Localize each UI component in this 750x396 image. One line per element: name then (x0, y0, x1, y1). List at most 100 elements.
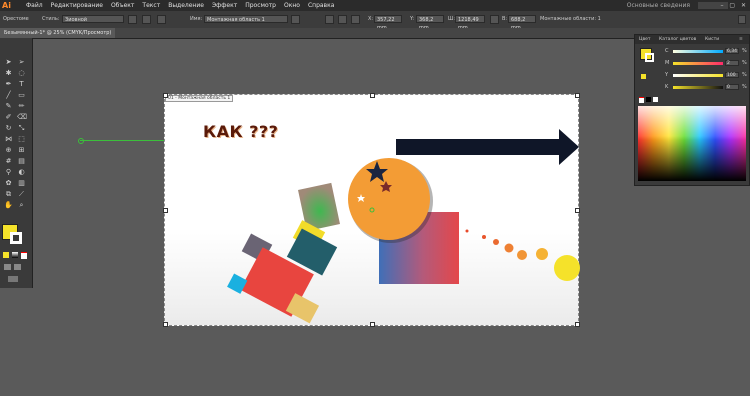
tab-color[interactable]: Цвет (639, 35, 651, 44)
magic-wand-icon[interactable]: ✱ (4, 69, 13, 78)
menu-bar: Ai Файл Редактирование Объект Текст Выде… (0, 0, 750, 11)
yellow-circle[interactable] (554, 255, 580, 281)
direct-selection-tool-icon[interactable]: ➢ (17, 58, 26, 67)
artboard[interactable]: 01 - Монтажная область 1 КАК ??? (163, 93, 580, 327)
height-label: В: (502, 16, 508, 22)
free-transform-icon[interactable]: ⬚ (17, 135, 26, 144)
document-tab[interactable]: Безымянный-1* @ 25% (CMYK/Просмотр) (0, 28, 116, 38)
height-field[interactable]: 688,2 mm (508, 15, 536, 31)
none-color-icon[interactable] (639, 97, 644, 103)
white-color-icon[interactable] (653, 97, 658, 102)
screen-mode-icon[interactable] (14, 264, 21, 270)
y-field[interactable]: 368,2 mm (416, 15, 444, 31)
tab-color-guide[interactable]: Каталог цветов (659, 35, 696, 44)
show-crosshairs-icon[interactable] (338, 15, 347, 24)
artwork-canvas (227, 129, 580, 324)
eraser-icon[interactable]: ⌫ (17, 113, 27, 122)
color-mode-icon[interactable] (3, 252, 9, 258)
hand-tool-icon[interactable]: ✋ (4, 201, 13, 210)
menu-help[interactable]: Справка (304, 0, 338, 11)
blend-tool-icon[interactable]: ◐ (17, 168, 26, 177)
workspace-switcher[interactable]: Основные сведения (627, 0, 690, 11)
pencil-icon[interactable]: ✏ (17, 102, 26, 111)
stroke-swatch[interactable] (10, 232, 22, 244)
change-screen-mode-icon[interactable] (8, 276, 18, 282)
dot-6[interactable] (536, 248, 548, 260)
menu-object[interactable]: Объект (107, 0, 138, 11)
main-menu: Файл Редактирование Объект Текст Выделен… (22, 0, 338, 11)
line-tool-icon[interactable]: ╱ (4, 91, 13, 100)
k-slider[interactable] (673, 86, 723, 89)
menu-type[interactable]: Текст (138, 0, 164, 11)
mesh-tool-icon[interactable]: # (4, 157, 13, 166)
gradient-tool-icon[interactable]: ▤ (17, 157, 26, 166)
menu-edit[interactable]: Редактирование (47, 0, 107, 11)
rotate-tool-icon[interactable]: ↻ (4, 124, 13, 133)
guide-anchor-point[interactable] (78, 138, 84, 144)
menu-file[interactable]: Файл (22, 0, 47, 11)
c-value-field[interactable]: 6,34 (725, 48, 739, 54)
y-slider[interactable] (673, 74, 723, 77)
panel-stroke-swatch[interactable] (645, 53, 654, 62)
m-slider[interactable] (673, 62, 723, 65)
show-safe-areas-icon[interactable] (351, 15, 360, 24)
dot-4[interactable] (504, 243, 514, 253)
type-tool-icon[interactable]: T (17, 80, 26, 89)
pen-tool-icon[interactable]: ✒ (4, 80, 13, 89)
style-dropdown[interactable]: Зиовной (62, 15, 124, 23)
rectangle-tool-icon[interactable]: ▭ (17, 91, 26, 100)
slice-tool-icon[interactable]: ⟋ (17, 190, 26, 199)
dot-3[interactable] (493, 239, 499, 245)
k-value-field[interactable]: 0 (725, 84, 739, 90)
shape-builder-icon[interactable]: ⊕ (4, 146, 13, 155)
eyedropper-icon[interactable]: ⚲ (4, 168, 13, 177)
selection-tool-icon[interactable]: ➤ (4, 58, 13, 67)
black-color-icon[interactable] (646, 97, 651, 102)
move-artwork-icon[interactable] (142, 15, 151, 24)
menu-select[interactable]: Выделение (164, 0, 208, 11)
c-slider[interactable] (673, 50, 723, 53)
x-label: X: (368, 16, 374, 22)
blob-brush-icon[interactable]: ✐ (4, 113, 13, 122)
smart-guide-line (80, 140, 165, 141)
tools-panel: ➤ ➢ ✱ ◌ ✒ T ╱ ▭ ✎ ✏ ✐ ⌫ ↻ ⤡ ⋈ ⬚ ⊕ ⊞ # ▤ … (0, 38, 33, 288)
graph-tool-icon[interactable]: ▥ (17, 179, 26, 188)
panel-menu-icon[interactable] (738, 15, 746, 24)
y-label: Y: (410, 16, 415, 22)
paintbrush-icon[interactable]: ✎ (4, 102, 13, 111)
y-value-field[interactable]: 100 (725, 72, 739, 78)
artboard-options-icon[interactable] (128, 15, 137, 24)
window-controls[interactable]: – ▢ ✕ (720, 0, 748, 11)
none-mode-icon[interactable] (21, 252, 27, 259)
menu-window[interactable]: Окно (280, 0, 304, 11)
new-artboard-icon[interactable] (157, 15, 166, 24)
m-value-field[interactable]: 2 (725, 60, 739, 66)
artboard-tool-icon[interactable]: ⧉ (4, 190, 13, 199)
scale-tool-icon[interactable]: ⤡ (17, 124, 26, 133)
dot-1[interactable] (465, 229, 469, 233)
show-center-icon[interactable] (325, 15, 334, 24)
x-field[interactable]: 357,22 mm (374, 15, 402, 31)
width-field[interactable]: 1218,49 mm (455, 15, 485, 31)
move-copy-icon[interactable] (291, 15, 300, 24)
menu-view[interactable]: Просмотр (241, 0, 280, 11)
symbol-sprayer-icon[interactable]: ✿ (4, 179, 13, 188)
dot-2[interactable] (482, 235, 486, 239)
draw-mode-icon[interactable] (4, 264, 11, 270)
dot-5[interactable] (517, 250, 527, 260)
color-spectrum[interactable] (638, 106, 746, 181)
artboard-name-field[interactable]: Монтажная область 1 (204, 15, 288, 23)
width-tool-icon[interactable]: ⋈ (4, 135, 13, 144)
constrain-proportions-icon[interactable] (490, 15, 499, 24)
artboards-count-label: Монтажные области: 1 (540, 16, 601, 22)
width-label: Ш: (448, 16, 456, 22)
menu-effect[interactable]: Эффект (208, 0, 241, 11)
tab-brushes[interactable]: Кисти (705, 35, 719, 44)
panel-menu-icon[interactable]: ≡ (739, 35, 743, 44)
perspective-grid-icon[interactable]: ⊞ (17, 146, 26, 155)
out-of-gamut-icon[interactable] (641, 74, 646, 79)
lasso-icon[interactable]: ◌ (17, 69, 26, 78)
navy-arrow[interactable] (396, 129, 579, 165)
gradient-mode-icon[interactable] (12, 252, 18, 258)
zoom-tool-icon[interactable]: ⌕ (17, 201, 26, 210)
